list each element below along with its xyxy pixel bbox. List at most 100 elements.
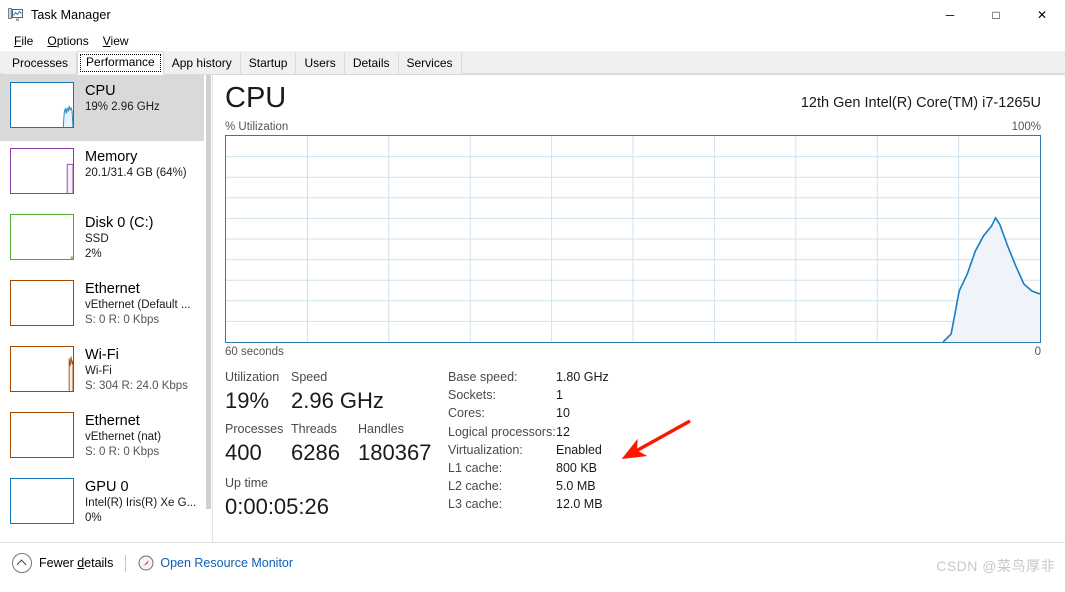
- detail-l2-cache: L2 cache: 5.0 MB: [448, 477, 1041, 495]
- title-bar: Task Manager ─ □ ✕: [0, 0, 1065, 30]
- stat-row-pth-values: 400 6286 180367: [225, 438, 440, 468]
- sidebar-item-disk0-sub2: 2%: [85, 248, 102, 260]
- stat-row-utilization-speed-values: 19% 2.96 GHz: [225, 386, 440, 416]
- graph-y-min-label: 0: [1034, 346, 1041, 358]
- stat-threads-value-cell: 6286: [291, 438, 358, 468]
- sidebar-item-cpu-text: CPU 19% 2.96 GHz: [85, 82, 160, 115]
- sidebar-item-ethernet-nat[interactable]: Ethernet vEthernet (nat) S: 0 R: 0 Kbps: [0, 405, 212, 471]
- detail-base-speed: Base speed: 1.80 GHz: [448, 368, 1041, 386]
- stat-row-pth-labels: Processes Threads Handles: [225, 420, 440, 438]
- stat-speed: Speed: [291, 368, 431, 386]
- sidebar-item-ethernet-nat-title: Ethernet: [85, 413, 140, 429]
- stat-row-utilization-speed: Utilization Speed: [225, 368, 440, 386]
- detail-base-speed-key: Base speed:: [448, 370, 518, 384]
- minimize-button[interactable]: ─: [927, 0, 973, 30]
- sidebar-item-disk0[interactable]: Disk 0 (C:) SSD 2%: [0, 207, 212, 273]
- sidebar-item-gpu0[interactable]: GPU 0 Intel(R) Iris(R) Xe G... 0%: [0, 471, 212, 537]
- status-bar: Fewer details Open Resource Monitor CSDN…: [0, 542, 1065, 583]
- menu-item-file[interactable]: File: [8, 31, 41, 51]
- footer-divider: [125, 554, 127, 572]
- detail-logical-processors: Logical processors: 12: [448, 423, 1041, 441]
- sidebar-item-ethernet-nat-sub1: vEthernet (nat): [85, 431, 162, 443]
- tab-focus-outline: [80, 54, 161, 72]
- watermark: CSDN @菜鸟厚非: [936, 558, 1055, 574]
- sidebar-scrollbar[interactable]: [204, 75, 212, 542]
- detail-l3-cache: L3 cache: 12.0 MB: [448, 495, 1041, 513]
- tab-performance[interactable]: Performance: [77, 51, 164, 75]
- detail-sockets-key: Sockets:: [448, 388, 496, 403]
- sidebar-item-cpu[interactable]: CPU 19% 2.96 GHz: [0, 75, 212, 141]
- graph-bottom-labels: 60 seconds 0: [225, 346, 1041, 358]
- handles-label: Handles: [358, 422, 404, 436]
- detail-sockets-value: 1: [556, 388, 563, 403]
- close-button[interactable]: ✕: [1019, 0, 1065, 30]
- cpu-stats: Utilization Speed 19% 2.96 GHz Processes…: [225, 368, 1041, 522]
- sidebar-item-cpu-title: CPU: [85, 83, 116, 99]
- tab-details[interactable]: Details: [344, 53, 399, 74]
- threads-label: Threads: [291, 422, 337, 436]
- tab-startup[interactable]: Startup: [240, 53, 297, 74]
- fewer-details-label: Fewer details: [39, 556, 114, 570]
- menu-bar: File Options View: [0, 30, 1065, 51]
- open-resource-monitor-link[interactable]: Open Resource Monitor: [138, 555, 293, 571]
- maximize-button[interactable]: □: [973, 0, 1019, 30]
- memory-thumbnail: [10, 148, 74, 194]
- sidebar-item-ethernet-default-text: Ethernet vEthernet (Default ... S: 0 R: …: [85, 280, 190, 328]
- sidebar-item-ethernet-nat-text: Ethernet vEthernet (nat) S: 0 R: 0 Kbps: [85, 412, 161, 460]
- sidebar-item-memory-sub1: 20.1/31.4 GB (64%): [85, 167, 187, 179]
- menu-item-view[interactable]: View: [97, 31, 137, 51]
- sidebar-scrollbar-thumb[interactable]: [206, 75, 211, 509]
- detail-l1-cache: L1 cache: 800 KB: [448, 459, 1041, 477]
- detail-logical-processors-key: Logical processors:: [448, 424, 556, 439]
- tab-services[interactable]: Services: [398, 53, 462, 74]
- detail-cores-key: Cores:: [448, 406, 485, 421]
- graph-top-labels: % Utilization 100%: [225, 121, 1041, 133]
- stat-speed-value-cell: 2.96 GHz: [291, 386, 431, 416]
- disk0-thumbnail: [10, 214, 74, 260]
- sidebar-item-wifi-title: Wi-Fi: [85, 347, 119, 363]
- sidebar-item-gpu0-text: GPU 0 Intel(R) Iris(R) Xe G... 0%: [85, 478, 196, 526]
- cpu-detail-panel: CPU 12th Gen Intel(R) Core(TM) i7-1265U …: [213, 75, 1065, 542]
- fewer-details-button[interactable]: Fewer details: [12, 553, 113, 573]
- graph-gridlines: [226, 136, 1040, 342]
- cpu-details-list: Base speed: 1.80 GHz Sockets: 1 Cores: 1…: [440, 368, 1041, 522]
- menu-options-rest: ptions: [56, 33, 89, 48]
- sidebar-item-gpu0-sub1: Intel(R) Iris(R) Xe G...: [85, 497, 197, 509]
- sidebar-item-disk0-sub1: SSD: [85, 233, 109, 245]
- tab-users[interactable]: Users: [296, 53, 345, 74]
- wifi-thumbnail: [10, 346, 74, 392]
- cpu-header: CPU 12th Gen Intel(R) Core(TM) i7-1265U: [225, 75, 1041, 115]
- chevron-up-icon: [12, 553, 32, 573]
- detail-virtualization-value: Enabled: [556, 442, 602, 457]
- tab-processes[interactable]: Processes: [3, 53, 78, 74]
- uptime-label: Up time: [225, 476, 269, 490]
- menu-file-rest: ile: [21, 33, 34, 48]
- task-manager-window: Task Manager ─ □ ✕ File Options View Pro…: [0, 0, 1065, 592]
- cpu-graph-svg: [226, 136, 1040, 342]
- utilization-value: 19%: [225, 388, 270, 413]
- handles-value: 180367: [358, 440, 432, 465]
- menu-item-options[interactable]: Options: [41, 31, 96, 51]
- uptime-value: 0:00:05:26: [225, 494, 329, 519]
- processes-label: Processes: [225, 422, 284, 436]
- sidebar-item-disk0-text: Disk 0 (C:) SSD 2%: [85, 214, 153, 262]
- stat-threads: Threads: [291, 420, 358, 438]
- stat-handles-value-cell: 180367: [358, 438, 438, 468]
- tab-app-history[interactable]: App history: [163, 53, 241, 74]
- stat-utilization: Utilization: [225, 368, 291, 386]
- stat-processes-value-cell: 400: [225, 438, 291, 468]
- fewer-details-accel: d: [77, 556, 85, 570]
- sidebar-item-ethernet-default[interactable]: Ethernet vEthernet (Default ... S: 0 R: …: [0, 273, 212, 339]
- cpu-model-name: 12th Gen Intel(R) Core(TM) i7-1265U: [800, 95, 1041, 111]
- stat-handles: Handles: [358, 420, 438, 438]
- window-controls: ─ □ ✕: [927, 0, 1065, 30]
- detail-virtualization-key: Virtualization:: [448, 442, 523, 457]
- sidebar-item-memory[interactable]: Memory 20.1/31.4 GB (64%): [0, 141, 212, 207]
- menu-view-rest: iew: [110, 33, 129, 48]
- sidebar-item-wifi[interactable]: Wi-Fi Wi-Fi S: 304 R: 24.0 Kbps: [0, 339, 212, 405]
- detail-logical-processors-value: 12: [556, 424, 570, 439]
- graph-y-max-label: 100%: [1011, 121, 1041, 133]
- detail-base-speed-value: 1.80 GHz: [556, 370, 609, 384]
- threads-value: 6286: [291, 440, 340, 465]
- sidebar-item-cpu-sub1: 19% 2.96 GHz: [85, 101, 160, 113]
